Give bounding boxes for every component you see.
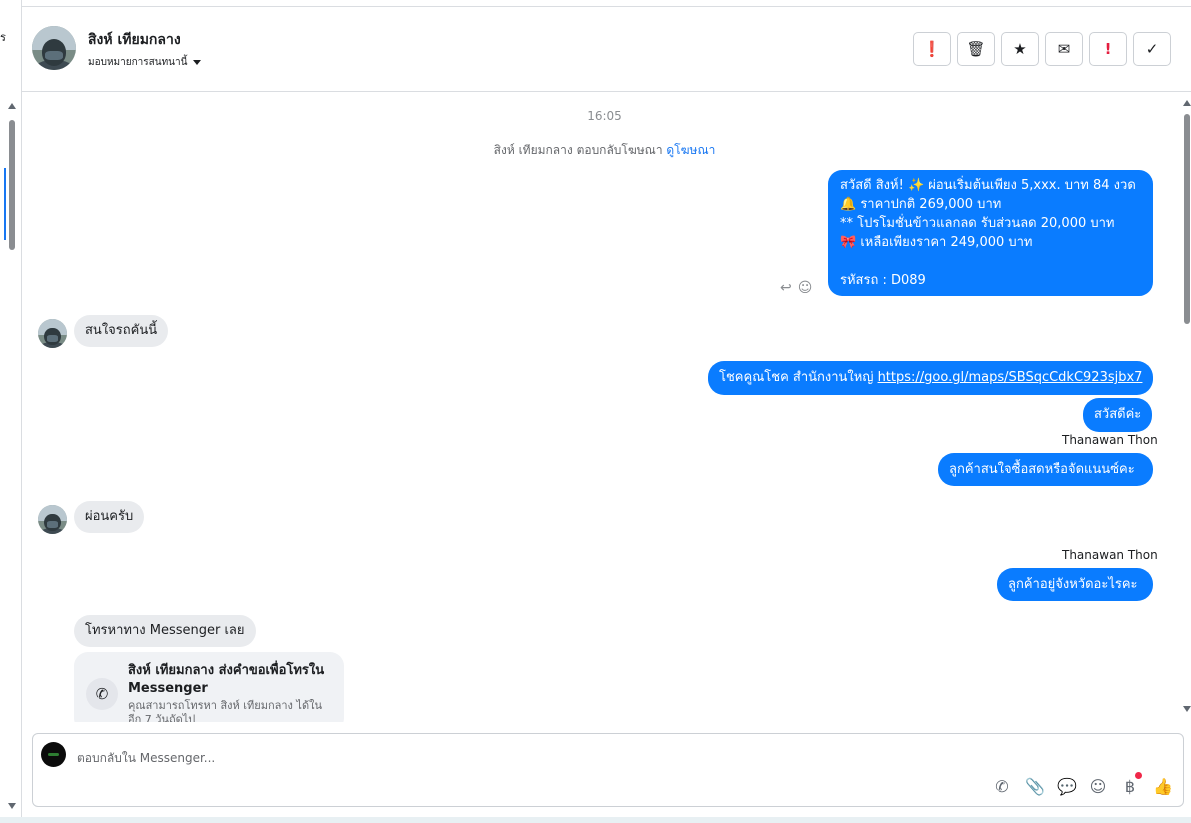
check-icon: ✓ bbox=[1145, 40, 1159, 58]
list-scrollbar-thumb[interactable] bbox=[9, 120, 15, 250]
emoji-icon[interactable]: ☺ bbox=[1089, 777, 1107, 796]
phone-icon[interactable]: ✆ bbox=[993, 777, 1011, 796]
ad-reply-text: สิงห์ เทียมกลาง ตอบกลับโฆษณา bbox=[493, 143, 663, 157]
mark-done-button[interactable]: ✓ bbox=[1133, 32, 1171, 66]
star-button[interactable]: ★ bbox=[1001, 32, 1039, 66]
selected-conversation-indicator bbox=[4, 168, 6, 240]
conversation-list-edge: ร bbox=[0, 0, 22, 823]
agent-message: ลูกค้าอยู่จังหวัดอะไรคะ bbox=[997, 568, 1153, 601]
agent-message: ลูกค้าสนใจซื้อสดหรือจัดแนนซ์คะ bbox=[938, 453, 1153, 486]
ad-reply-notice: สิงห์ เทียมกลาง ตอบกลับโฆษณา ดูโฆษณา bbox=[22, 141, 1187, 160]
list-scroll-down-arrow[interactable] bbox=[8, 803, 16, 809]
page-avatar bbox=[41, 742, 66, 767]
ad-message-bubble: สวัสดี สิงห์! ✨ ผ่อนเริ่มต้นเพียง 5,xxx.… bbox=[828, 170, 1153, 296]
ad-message-line: รหัสรถ : D089 bbox=[840, 273, 926, 288]
ad-message-line: 🔔 ราคาปกติ 269,000 บาท bbox=[840, 197, 1002, 212]
trash-icon: 🗑 bbox=[966, 40, 986, 58]
reply-icon[interactable]: ↩ bbox=[780, 280, 792, 296]
message-thread: 16:05 สิงห์ เทียมกลาง ตอบกลับโฆษณา ดูโฆษ… bbox=[22, 92, 1191, 722]
call-card-title: สิงห์ เทียมกลาง ส่งคำขอเพื่อโทรใน Messen… bbox=[128, 663, 325, 696]
reply-input[interactable]: ตอบกลับใน Messenger... bbox=[77, 749, 215, 768]
sender-name: Thanawan Thon bbox=[1062, 433, 1158, 447]
messenger-inbox: ร สิงห์ เทียมกลาง มอบหมายการสนทนานี้ ❗ 🗑… bbox=[0, 0, 1191, 823]
call-card-subtitle: คุณสามารถโทรหา สิงห์ เทียมกลาง ได้ในอีก … bbox=[128, 699, 322, 722]
assign-conversation-dropdown[interactable]: มอบหมายการสนทนานี้ bbox=[88, 55, 202, 70]
delete-button[interactable]: 🗑 bbox=[957, 32, 995, 66]
alert-icon: ❗ bbox=[922, 40, 942, 58]
baht-icon: ฿ bbox=[1124, 777, 1136, 796]
showroom-map-link[interactable]: https://goo.gl/maps/SBSqcCdkC923sjbx7 bbox=[878, 370, 1143, 385]
contact-name[interactable]: สิงห์ เทียมกลาง bbox=[88, 29, 181, 51]
showroom-text: โชคคูณโชค สำนักงานใหญ่ bbox=[719, 370, 874, 385]
caret-down-icon bbox=[193, 59, 202, 65]
ad-message-line: สวัสดี สิงห์! ✨ ผ่อนเริ่มต้นเพียง 5,xxx.… bbox=[840, 178, 1136, 193]
call-request-card[interactable]: ✆ สิงห์ เทียมกลาง ส่งคำขอเพื่อโทรใน Mess… bbox=[74, 652, 344, 722]
conversation-actions: ❗ 🗑 ★ ✉ ! ✓ bbox=[913, 32, 1171, 66]
react-icon[interactable]: ☺ bbox=[798, 280, 813, 296]
reply-composer: ตอบกลับใน Messenger... ✆ 📎 💬 ☺ ฿ 👍 bbox=[32, 733, 1184, 807]
customer-message: สนใจรถคันนี้ bbox=[74, 315, 169, 347]
sender-name: Thanawan Thon bbox=[1062, 548, 1158, 562]
customer-message: โทรหาทาง Messenger เลย bbox=[74, 615, 256, 647]
ad-message-spacer bbox=[840, 252, 1141, 271]
truncated-list-text: ร bbox=[0, 31, 6, 44]
thread-scroll-down-arrow[interactable] bbox=[1183, 706, 1191, 712]
notification-dot bbox=[1135, 772, 1142, 779]
chat-bubble-icon[interactable]: 💬 bbox=[1057, 777, 1077, 796]
thread-scroll-up-arrow[interactable] bbox=[1183, 100, 1191, 106]
timestamp: 16:05 bbox=[587, 109, 622, 123]
list-scroll-up-arrow[interactable] bbox=[8, 103, 16, 109]
composer-tools: ✆ 📎 💬 ☺ ฿ 👍 bbox=[993, 772, 1173, 796]
view-ad-link[interactable]: ดูโฆษณา bbox=[666, 143, 715, 157]
mark-unread-button[interactable]: ✉ bbox=[1045, 32, 1083, 66]
paperclip-icon[interactable]: 📎 bbox=[1025, 777, 1045, 796]
alert-button[interactable]: ❗ bbox=[913, 32, 951, 66]
showroom-message: โชคคูณโชค สำนักงานใหญ่ https://goo.gl/ma… bbox=[708, 361, 1153, 395]
greeting-message: สวัสดีค่ะ bbox=[1083, 398, 1153, 432]
star-icon: ★ bbox=[1013, 40, 1027, 58]
ad-message-line: ** โปรโมชั่นข้าวแลกลด รับส่วนลด 20,000 บ… bbox=[840, 216, 1115, 231]
thread-scrollbar-thumb[interactable] bbox=[1184, 114, 1190, 324]
bottom-strip bbox=[0, 817, 1191, 823]
customer-message: ผ่อนครับ bbox=[74, 501, 145, 533]
thumbs-up-icon[interactable]: 👍 bbox=[1153, 777, 1173, 796]
spam-button[interactable]: ! bbox=[1089, 32, 1127, 66]
exclamation-icon: ! bbox=[1104, 40, 1112, 58]
baht-payment-button[interactable]: ฿ bbox=[1121, 772, 1142, 796]
message-actions: ↩ ☺ bbox=[780, 280, 812, 296]
customer-avatar[interactable] bbox=[38, 319, 67, 348]
contact-avatar[interactable] bbox=[32, 26, 76, 70]
ad-message-line: 🎀 เหลือเพียงราคา 249,000 บาท bbox=[840, 235, 1033, 250]
customer-avatar[interactable] bbox=[38, 505, 67, 534]
phone-icon: ✆ bbox=[86, 678, 118, 710]
mail-icon: ✉ bbox=[1057, 40, 1071, 58]
assign-label: มอบหมายการสนทนานี้ bbox=[88, 57, 188, 68]
conversation-header: สิงห์ เทียมกลาง มอบหมายการสนทนานี้ ❗ 🗑 ★… bbox=[22, 7, 1191, 92]
